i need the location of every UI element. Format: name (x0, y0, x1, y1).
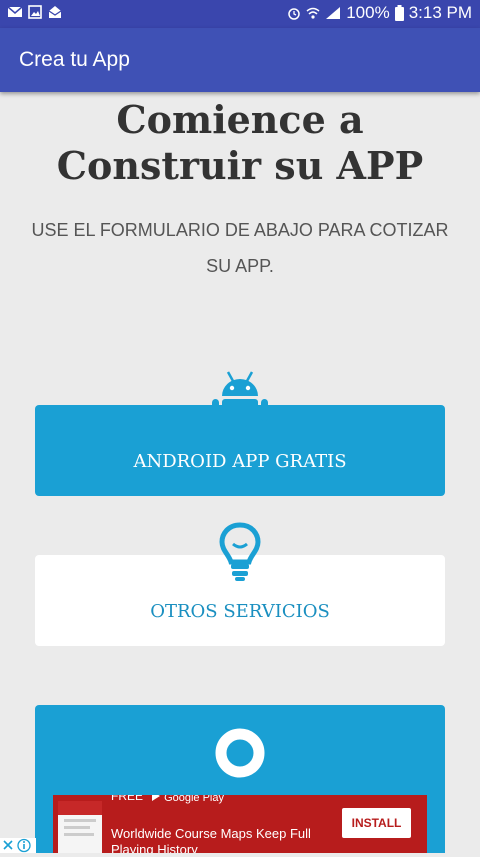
headline-line-2: Construir su APP (56, 143, 424, 188)
status-bar: 100% 3:13 PM (0, 0, 480, 28)
email-open-icon (48, 6, 62, 18)
install-button[interactable]: INSTALL (342, 808, 411, 838)
signal-icon (326, 7, 341, 19)
wifi-icon (306, 7, 320, 19)
battery-percent: 100% (346, 3, 390, 22)
subtitle: USE EL FORMULARIO DE ABAJO PARA COTIZAR … (31, 220, 449, 276)
headline-line-1: Comience a (116, 97, 364, 142)
android-icon (212, 371, 268, 440)
ring-icon (215, 728, 265, 778)
ad-store-label: Google Play (151, 795, 224, 804)
alarm-icon (288, 8, 300, 20)
status-time: 3:13 PM (408, 3, 472, 22)
headline: Comience a Construir su APP (0, 97, 480, 189)
mail-icon (8, 6, 22, 17)
ad-text: Worldwide Course Maps Keep Full Playing … (111, 826, 311, 853)
ad-free-label: FREE (111, 795, 144, 803)
otros-servicios-label: OTROS SERVICIOS (150, 601, 330, 622)
google-play-icon (152, 795, 160, 801)
image-icon (28, 5, 42, 19)
ad-banner[interactable]: FREE Google Play Worldwide Course Maps K… (53, 795, 427, 853)
ad-thumbnail (58, 801, 102, 853)
app-title: Crea tu App (19, 48, 130, 71)
app-bar: Crea tu App (0, 28, 480, 92)
battery-icon (394, 5, 404, 21)
lightbulb-icon (219, 522, 261, 581)
adchoices-badge[interactable] (0, 838, 36, 853)
close-icon[interactable] (3, 840, 13, 850)
android-app-gratis-label: ANDROID APP GRATIS (133, 451, 347, 472)
